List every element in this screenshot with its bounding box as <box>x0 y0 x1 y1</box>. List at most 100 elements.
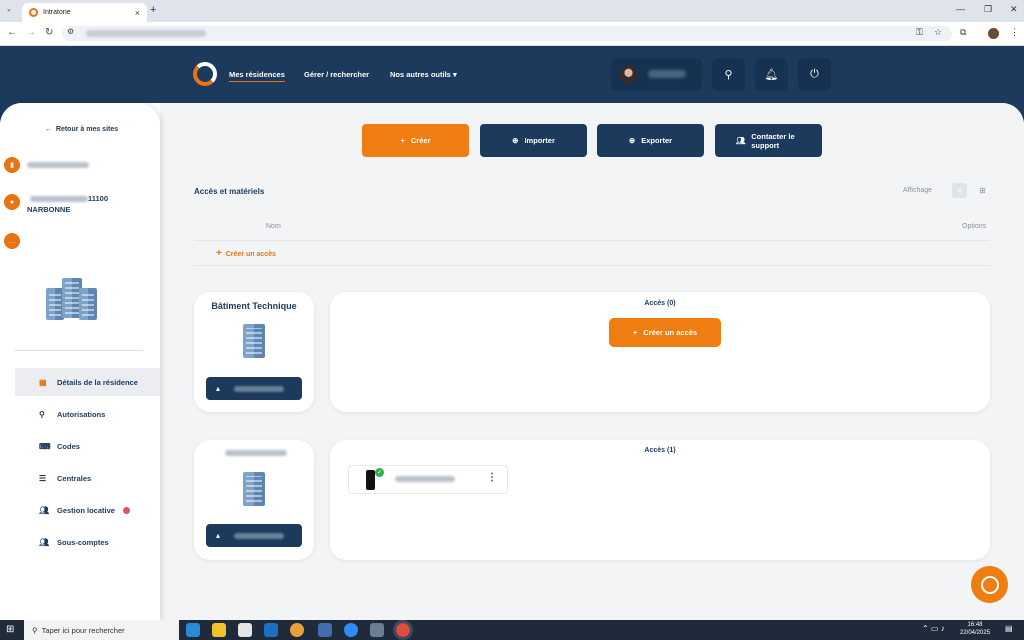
tab-search-icon[interactable]: ⌄ <box>6 5 12 13</box>
search-icon: ⚲ <box>724 69 733 81</box>
sidebar-item-autorisations[interactable]: ⚲ Autorisations <box>15 400 160 428</box>
chat-button[interactable] <box>971 566 1008 603</box>
app-icon[interactable] <box>370 623 384 637</box>
sidebar-item-details[interactable]: ▦ Détails de la résidence <box>15 368 160 396</box>
close-window-button[interactable]: ✕ <box>1010 4 1018 15</box>
store-icon[interactable] <box>238 623 252 637</box>
sidebar-item-label: Sous-comptes <box>57 537 109 547</box>
create-access-button-label: Créer un accès <box>643 328 698 337</box>
sidebar-item-label: Autorisations <box>57 409 106 419</box>
building-icon <box>243 472 265 506</box>
taskbar-search-placeholder: Taper ici pour rechercher <box>41 625 125 635</box>
search-button[interactable]: ⚲ <box>712 58 745 91</box>
back-arrow-icon[interactable]: ← <box>7 27 17 38</box>
zoom-icon[interactable] <box>344 623 358 637</box>
back-to-sites-link[interactable]: ← Retour à mes sites <box>45 126 118 133</box>
username-redacted <box>648 70 686 78</box>
tab-close-icon[interactable]: × <box>135 8 140 18</box>
minimize-button[interactable]: — <box>956 4 965 14</box>
section-title: Accès et matériels <box>194 187 265 196</box>
back-label: Retour à mes sites <box>55 126 119 133</box>
building-device-bar[interactable]: ▴ <box>206 377 302 400</box>
sidebar-item-label: Codes <box>57 441 80 451</box>
taskbar-clock[interactable]: 16:48 22/04/2025 <box>960 621 990 637</box>
plus-icon: + <box>400 136 405 145</box>
new-tab-button[interactable]: + <box>150 4 156 16</box>
notifications-button[interactable]: 🔔︎ <box>755 58 788 91</box>
create-button-label: Créer <box>410 136 431 145</box>
building-device-bar[interactable]: ▴ <box>206 524 302 547</box>
browser-menu-icon[interactable]: ⋮ <box>1010 27 1019 38</box>
access-count: Accès (0) <box>644 300 676 307</box>
app-icon[interactable] <box>318 623 332 637</box>
access-panel <box>330 440 990 560</box>
create-access-link[interactable]: + Créer un accès <box>216 248 276 259</box>
avatar <box>620 66 637 83</box>
export-button-label: Exporter <box>641 136 673 145</box>
clock-date: 22/04/2025 <box>960 630 991 636</box>
download-icon: ⊕ <box>628 136 636 145</box>
extensions-icon[interactable]: ⧉ <box>960 27 966 38</box>
clock-time: 16:48 <box>967 622 983 628</box>
nav-autres-outils[interactable]: Nos autres outils ▾ <box>390 70 457 79</box>
device-name-redacted <box>234 385 285 392</box>
column-name: Nom <box>266 223 281 230</box>
windows-start-icon[interactable]: ⊞ <box>6 624 14 635</box>
user-group-icon: 👥︎ <box>39 537 50 547</box>
browser-tab[interactable]: Intratone × <box>22 3 147 22</box>
nav-gerer-rechercher[interactable]: Gérer / rechercher <box>304 70 369 79</box>
grid-view-icon[interactable]: ⊞ <box>975 183 990 198</box>
import-button-label: Importer <box>524 136 555 145</box>
notification-center-icon[interactable]: ▤ <box>1005 624 1013 633</box>
sidebar-item-sous-comptes[interactable]: 👥︎ Sous-comptes <box>15 528 160 556</box>
column-options: Options <box>962 223 987 230</box>
intratone-logo[interactable] <box>193 62 217 86</box>
support-button-label: Contacter le support <box>751 131 795 150</box>
outlook-icon[interactable] <box>264 623 278 637</box>
users-icon: 👥︎ <box>39 505 50 515</box>
chrome-icon[interactable] <box>290 623 304 637</box>
check-icon: ✓ <box>375 468 384 477</box>
profile-avatar[interactable] <box>988 28 999 39</box>
taskbar-search[interactable]: ⚲ Taper ici pour rechercher <box>24 620 179 640</box>
sidebar-item-centrales[interactable]: ☰ Centrales <box>15 464 160 492</box>
more-options-icon[interactable]: ⋮ <box>487 472 497 483</box>
import-button[interactable]: ⊕ Importer <box>480 124 587 157</box>
bookmark-icon: ▮ <box>4 157 20 173</box>
file-explorer-icon[interactable] <box>212 623 226 637</box>
contact-support-button[interactable]: 👥︎ Contacter le support <box>715 124 822 157</box>
chat-icon <box>980 575 999 594</box>
list-view-icon[interactable]: ≡ <box>952 183 967 198</box>
search-icon: ⚲ <box>32 625 38 635</box>
reload-icon[interactable]: ↻ <box>45 27 53 38</box>
create-access-button[interactable]: + Créer un accès <box>609 318 721 347</box>
restore-button[interactable]: ❐ <box>984 4 992 15</box>
forward-arrow-icon[interactable]: → <box>26 27 36 38</box>
chrome-active-icon[interactable] <box>393 620 413 640</box>
sidebar-item-codes[interactable]: ⌨ Codes <box>15 432 160 460</box>
comment-icon[interactable]: … <box>4 233 20 249</box>
intratone-favicon-icon <box>29 8 38 17</box>
intercom-device-icon <box>366 470 375 490</box>
bell-icon: 🔔︎ <box>764 69 779 81</box>
bookmark-star-icon[interactable]: ☆ <box>934 27 942 38</box>
building-icon: ▦ <box>39 377 47 387</box>
sidebar-item-gestion-locative[interactable]: 👥︎ Gestion locative <box>15 496 160 524</box>
tray-icons[interactable]: ⌃ ▭ ♪ <box>922 624 945 633</box>
sidebar-item-label: Centrales <box>57 473 92 483</box>
sidebar-divider <box>15 350 143 351</box>
building-icon <box>243 324 265 358</box>
residence-illustration-icon <box>46 278 101 326</box>
create-button[interactable]: + Créer <box>362 124 469 157</box>
sidebar-item-label: Gestion locative <box>57 505 115 515</box>
chevron-down-icon: ▾ <box>452 70 457 79</box>
site-info-icon[interactable]: ⚙ <box>67 27 74 36</box>
edge-icon[interactable] <box>186 623 200 637</box>
export-button[interactable]: ⊕ Exporter <box>597 124 704 157</box>
url-text-redacted <box>86 30 206 37</box>
create-access-label: Créer un accès <box>225 251 276 258</box>
nav-mes-residences[interactable]: Mes résidences <box>229 70 285 82</box>
password-key-icon[interactable]: ⚿ <box>916 27 923 38</box>
logout-button[interactable]: ⏻ <box>798 58 831 91</box>
plus-icon: + <box>216 248 222 259</box>
